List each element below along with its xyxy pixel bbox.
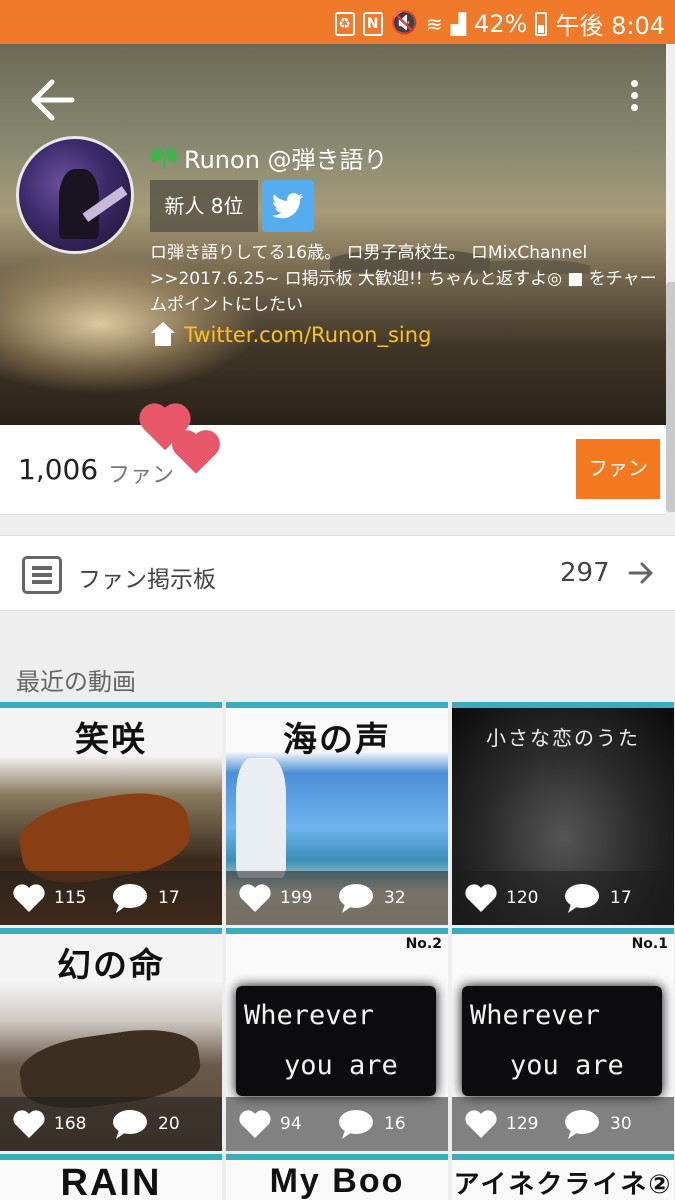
rank-badge[interactable]: 新人 8位 [150, 180, 258, 232]
fan-board-row[interactable]: ファン掲示板 297 [0, 535, 675, 611]
like-count: 115 [54, 888, 87, 908]
comment-count: 32 [384, 888, 406, 908]
video-card[interactable]: No.1 Wherever 129 30 you are [452, 928, 674, 1151]
like-icon [465, 1110, 497, 1138]
video-stats: 94 16 [226, 1097, 448, 1151]
video-stats: 168 20 [0, 1097, 222, 1151]
video-card[interactable]: 小さな恋のうた 120 17 [452, 702, 674, 925]
video-stats: 120 17 [452, 871, 674, 925]
video-tag: No.2 [405, 936, 442, 952]
comment-count: 30 [610, 1114, 632, 1134]
video-card[interactable]: 幻の命 168 20 [0, 928, 222, 1151]
like-count: 199 [280, 888, 313, 908]
video-caption: Wherever [244, 1000, 375, 1031]
like-count: 120 [506, 888, 539, 908]
like-count: 129 [506, 1114, 539, 1134]
comment-count: 16 [384, 1114, 406, 1134]
like-icon [239, 1110, 271, 1138]
twitter-icon [272, 193, 303, 219]
nfc-icon: N [362, 11, 383, 36]
back-button[interactable] [26, 74, 78, 126]
like-icon [13, 884, 45, 912]
video-caption: My Boo [269, 1162, 405, 1200]
battery-percent: 42% [474, 9, 528, 38]
video-caption: アイネクライネ② [453, 1170, 673, 1200]
video-caption: 笑咲 [75, 720, 147, 760]
video-caption-line2: you are [510, 1050, 624, 1081]
profile-link-row[interactable]: Twitter.com/Runon_sing [150, 322, 431, 348]
like-count: 94 [280, 1114, 302, 1134]
mute-icon: 🔇 [390, 11, 418, 36]
avatar[interactable] [16, 136, 134, 254]
profile-header: Runon @弾き語り 新人 8位 ロ弾き語りしてる16歳。 ロ男子高校生。 ロ… [0, 44, 666, 425]
video-card[interactable]: My Boo [226, 1154, 448, 1200]
comment-icon [113, 884, 147, 913]
comment-icon [339, 1110, 373, 1139]
fan-board-count: 297 [560, 558, 610, 588]
signal-icon: ▟ [450, 11, 467, 36]
fan-count: 1,006 [18, 453, 99, 486]
section-title: 最近の動画 [16, 668, 136, 696]
arrow-left-icon [31, 79, 75, 121]
fan-row: 1,006 ファン ファン [0, 425, 666, 515]
profile-name-row: Runon @弾き語り [150, 140, 388, 175]
video-caption: 海の声 [283, 720, 391, 760]
video-stats: 115 17 [0, 871, 222, 925]
video-caption: Wherever [470, 1000, 601, 1031]
profile-name: Runon @弾き語り [184, 146, 388, 174]
video-caption: 幻の命 [57, 946, 165, 986]
more-options-button[interactable] [620, 80, 648, 120]
scrollbar[interactable] [666, 282, 675, 512]
home-icon [150, 322, 176, 348]
comment-count: 17 [158, 888, 180, 908]
status-bar: ♻ N 🔇 ≋ ▟ 42% 午後 8:04 [0, 0, 675, 44]
video-card[interactable]: アイネクライネ② [452, 1154, 674, 1200]
comment-icon [565, 1110, 599, 1139]
video-card[interactable]: RAIN [0, 1154, 222, 1200]
video-caption: RAIN [60, 1162, 162, 1200]
fan-label: ファン [108, 463, 175, 488]
sprout-icon [150, 147, 180, 169]
wifi-icon: ≋ [425, 11, 443, 36]
fan-board-label: ファン掲示板 [78, 567, 216, 593]
like-icon [239, 884, 271, 912]
battery-icon [535, 11, 548, 36]
video-tag: No.1 [631, 936, 668, 952]
comment-icon [339, 884, 373, 913]
profile-link[interactable]: Twitter.com/Runon_sing [184, 323, 431, 347]
profile-bio: ロ弾き語りしてる16歳。 ロ男子高校生。 ロMixChannel >>2017.… [150, 243, 657, 315]
like-icon [465, 884, 497, 912]
twitter-button[interactable] [262, 180, 314, 232]
fan-button[interactable]: ファン [576, 439, 660, 499]
video-caption-line2: you are [284, 1050, 398, 1081]
video-card[interactable]: 笑咲 115 17 [0, 702, 222, 925]
like-count: 168 [54, 1114, 87, 1134]
video-stats: 199 32 [226, 871, 448, 925]
video-card[interactable]: 海の声 199 32 [226, 702, 448, 925]
more-vert-icon [630, 80, 638, 87]
video-caption: 小さな恋のうた [486, 726, 640, 750]
comment-count: 20 [158, 1114, 180, 1134]
app-notification-icon: ♻ [334, 11, 355, 36]
video-stats: 129 30 [452, 1097, 674, 1151]
arrow-right-icon [628, 562, 653, 584]
clock: 午後 8:04 [555, 12, 665, 40]
like-icon [13, 1110, 45, 1138]
comment-icon [565, 884, 599, 913]
comment-count: 17 [610, 888, 632, 908]
video-card[interactable]: No.2 Wherever 94 16 you are [226, 928, 448, 1151]
board-icon [22, 556, 62, 594]
comment-icon [113, 1110, 147, 1139]
video-grid: 笑咲 115 17 海の声 199 32 小さな恋のうた 120 17 幻の命 … [0, 702, 675, 1200]
